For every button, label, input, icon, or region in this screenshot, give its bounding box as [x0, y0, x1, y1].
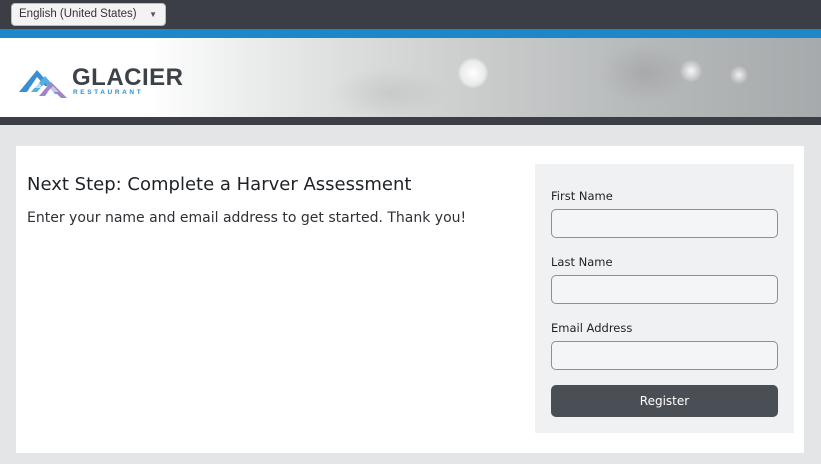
- email-label: Email Address: [551, 321, 633, 335]
- last-name-label: Last Name: [551, 255, 613, 269]
- page-instructions: Enter your name and email address to get…: [27, 210, 467, 226]
- registration-form: First Name Last Name Email Address Regis…: [535, 164, 794, 433]
- caret-down-icon: ▼: [149, 10, 157, 19]
- language-select[interactable]: English (United States) ▼: [11, 3, 166, 26]
- register-button[interactable]: Register: [551, 385, 778, 417]
- banner-bokeh: [600, 43, 690, 103]
- mountain-logo-icon: [19, 70, 67, 98]
- first-name-label: First Name: [551, 189, 613, 203]
- glacier-logo: GLACIER RESTAURANT: [17, 58, 183, 100]
- page-title: Next Step: Complete a Harver Assessment: [27, 174, 412, 195]
- banner-bottom-strip: [0, 117, 821, 125]
- logo-subtitle: RESTAURANT: [73, 89, 144, 96]
- banner-bokeh: [680, 60, 702, 82]
- content-card: Next Step: Complete a Harver Assessment …: [16, 146, 804, 453]
- logo-wordmark: GLACIER: [72, 64, 184, 91]
- email-field[interactable]: [551, 341, 778, 370]
- banner-bokeh: [330, 68, 450, 117]
- top-bar: English (United States) ▼: [0, 0, 821, 29]
- language-select-value: English (United States): [19, 8, 137, 20]
- banner-bokeh: [730, 66, 748, 84]
- banner-bokeh: [458, 58, 488, 88]
- last-name-field[interactable]: [551, 275, 778, 304]
- accent-strip: [0, 29, 821, 38]
- first-name-field[interactable]: [551, 209, 778, 238]
- header-banner: GLACIER RESTAURANT: [0, 38, 821, 117]
